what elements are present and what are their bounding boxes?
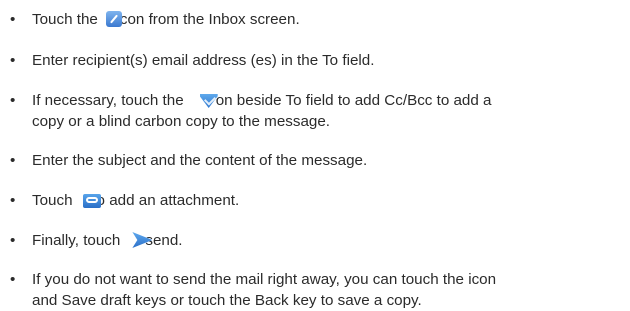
item-text-before-icon: Touch [32, 192, 73, 209]
item-text-after-icon: con from the Inbox screen. [119, 11, 300, 28]
bullet: • [10, 92, 16, 109]
list-item-text-continued: copy or a blind carbon copy to the messa… [32, 113, 331, 130]
instruction-list: • Touch the con from the Inbox screen. • … [0, 0, 630, 309]
compose-icon [105, 11, 122, 27]
list-item-text-continued: and Save draft keys or touch the Back ke… [32, 292, 422, 309]
item-text-before-icon: Finally, touch [32, 232, 121, 249]
list-item-text: Touch o add an attachment. [32, 191, 630, 211]
list-item-text: Enter the subject and the content of the… [32, 152, 368, 169]
item-text-before-icon: Touch the [32, 11, 98, 28]
list-item-text: Enter recipient(s) email address (es) in… [32, 52, 375, 69]
list-item-text: Finally, touch send. [32, 231, 630, 251]
bullet: • [10, 52, 16, 69]
list-item-text: If you do not want to send the mail righ… [32, 271, 497, 288]
bullet: • [10, 192, 16, 209]
list-item-text: If necessary, touch the on beside To fiel… [32, 91, 630, 111]
bullet: • [10, 271, 16, 288]
bullet: • [10, 152, 16, 169]
attachment-icon [82, 194, 101, 208]
bullet: • [10, 232, 16, 249]
item-text-after-icon: on beside To field to add Cc/Bcc to add … [215, 92, 492, 109]
bullet: • [10, 11, 16, 28]
list-item-text: Touch the con from the Inbox screen. [32, 10, 630, 30]
send-icon [132, 232, 152, 248]
item-text-after-icon: o add an attachment. [96, 192, 240, 209]
item-text-before-icon: If necessary, touch the [32, 92, 184, 109]
